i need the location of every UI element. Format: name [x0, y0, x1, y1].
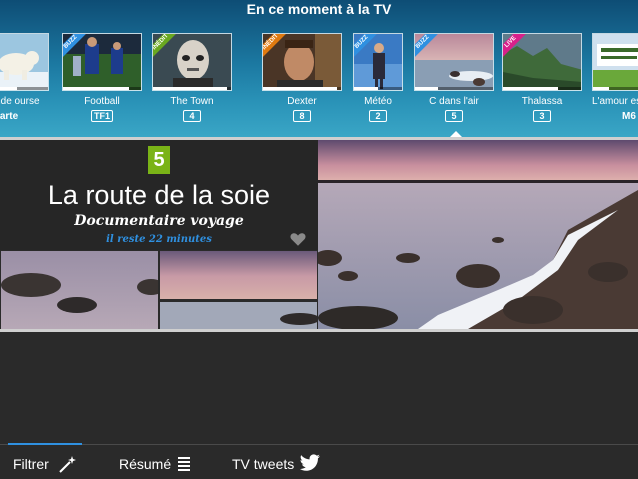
channel-program-name: Football	[84, 96, 120, 107]
progress-bar	[503, 87, 558, 90]
channel-thumbnail[interactable]: INÉDIT	[152, 33, 232, 91]
rocky-shore-image	[1, 251, 158, 329]
channel-program-name: The Town	[170, 96, 214, 107]
active-tab-indicator	[8, 443, 82, 445]
progress-bar	[0, 87, 17, 90]
channel-thumbnail[interactable]	[0, 33, 49, 91]
program-remaining-time: il reste 22 minutes	[106, 234, 212, 245]
tab-bar-separator	[0, 444, 638, 445]
channel-thumbnail[interactable]: BUZZ	[353, 33, 403, 91]
channel-item-france4[interactable]: INÉDIT The Town 4	[150, 33, 234, 137]
divider	[0, 329, 638, 332]
tab-resume[interactable]: Résumé	[119, 452, 190, 476]
channel-item-tf1[interactable]: BUZZ Football TF1	[60, 33, 144, 137]
channel-item-france5-selected[interactable]: BUZZ C dans l'air 5	[412, 33, 496, 137]
m6-logo: M6	[622, 111, 636, 122]
tab-tv-tweets[interactable]: TV tweets	[232, 452, 320, 476]
program-title: La route de la soie	[47, 180, 271, 210]
tab-label: Filtrer	[13, 456, 49, 472]
france3-logo: 3	[500, 110, 584, 124]
channel-item-arte[interactable]: Grande ourse arte	[0, 33, 51, 137]
magic-wand-icon	[59, 456, 76, 473]
progress-bar	[415, 87, 439, 90]
twitter-bird-icon	[299, 454, 320, 471]
now-on-tv-header: En ce moment à la TV Grande ourse arte	[0, 0, 638, 137]
amour-pre-image	[593, 34, 638, 90]
channel-item-france3[interactable]: LIVE Thalassa 3	[500, 33, 584, 137]
channel-program-name: Thalassa	[521, 96, 563, 107]
channel-item-m6[interactable]: L'amour est dans le pré M6	[590, 33, 638, 137]
progress-bar	[63, 87, 130, 90]
channel-carousel[interactable]: Grande ourse arte BUZZ Football TF1	[0, 33, 638, 137]
program-subtitle: Documentaire voyage	[74, 213, 244, 229]
france2-logo: 2	[336, 110, 420, 124]
tab-label: Résumé	[119, 456, 172, 472]
france5-logo: 5	[412, 110, 496, 124]
list-lines-icon	[178, 457, 190, 471]
sunset-horizon-image	[160, 251, 317, 329]
tf1-logo: TF1	[60, 110, 144, 124]
channel-item-france2[interactable]: BUZZ Météo 2	[336, 33, 420, 137]
france4-logo: 4	[150, 110, 234, 124]
program-photo-horizon[interactable]	[160, 251, 317, 329]
channel-thumbnail[interactable]: BUZZ	[62, 33, 142, 91]
header-title: En ce moment à la TV	[246, 1, 392, 17]
progress-bar	[354, 87, 378, 90]
d8-logo: 8	[260, 110, 344, 124]
france5-channel-logo: 5	[148, 146, 170, 174]
arte-logo: arte	[0, 111, 19, 122]
seashore-sunset-image	[318, 140, 638, 329]
polar-bear-image	[0, 34, 48, 90]
channel-thumbnail[interactable]: INÉDIT	[262, 33, 342, 91]
tab-label: TV tweets	[232, 456, 295, 472]
program-info-panel: 5 La route de la soie Documentaire voyag…	[0, 140, 318, 250]
progress-bar	[153, 87, 228, 90]
tab-filtrer[interactable]: Filtrer	[13, 452, 76, 476]
channel-program-name: L'amour est dans le pré	[592, 96, 638, 107]
channel-thumbnail[interactable]	[592, 33, 638, 91]
progress-bar	[593, 87, 609, 90]
channel-thumbnail[interactable]: LIVE	[502, 33, 582, 91]
heart-icon[interactable]	[289, 230, 307, 248]
program-main-photo[interactable]	[318, 140, 638, 329]
channel-item-d8[interactable]: INÉDIT Dexter 8	[260, 33, 344, 137]
channel-thumbnail[interactable]: BUZZ	[414, 33, 494, 91]
progress-bar	[263, 87, 338, 90]
program-photo-rocks[interactable]	[1, 251, 158, 329]
